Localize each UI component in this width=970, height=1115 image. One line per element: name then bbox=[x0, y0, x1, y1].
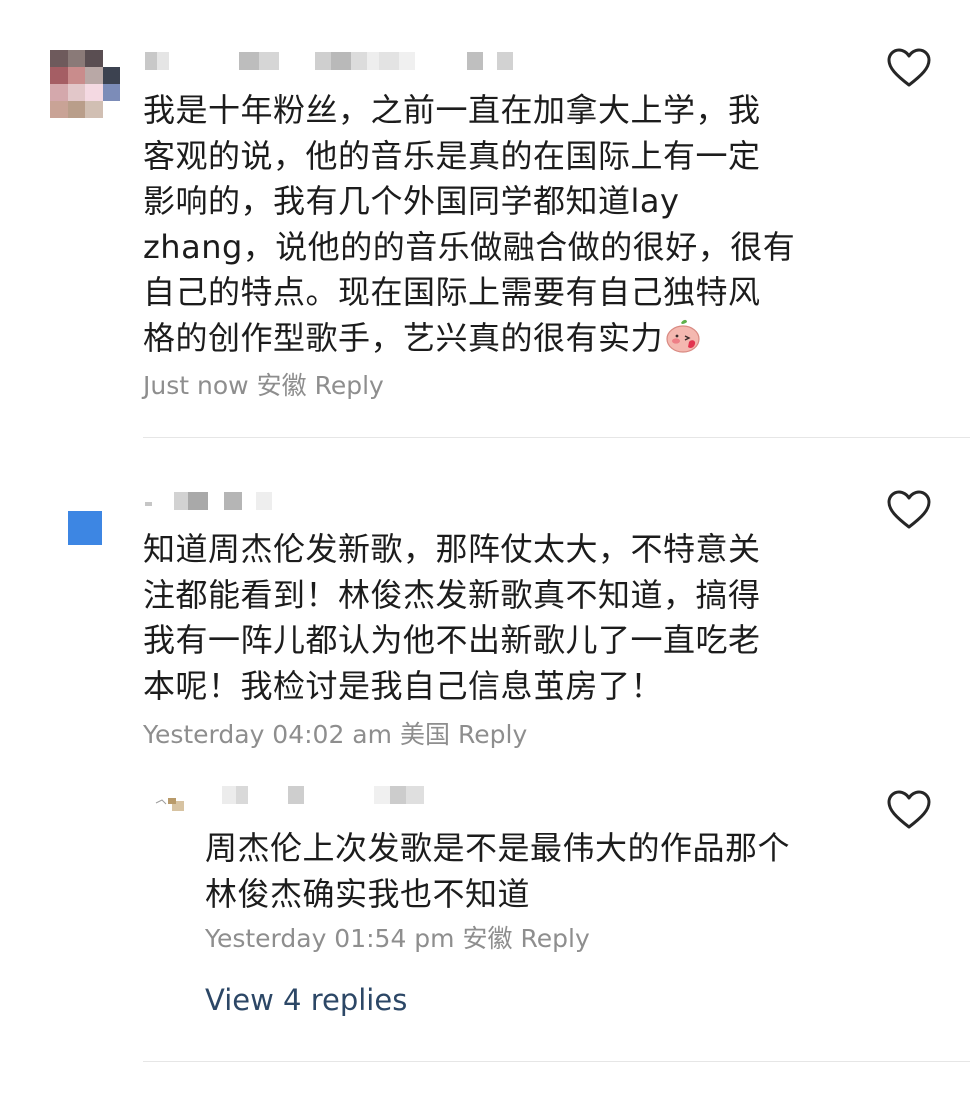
username[interactable] bbox=[145, 50, 513, 72]
avatar[interactable] bbox=[50, 50, 120, 118]
avatar[interactable] bbox=[148, 785, 188, 825]
divider bbox=[143, 1061, 970, 1062]
avatar[interactable] bbox=[68, 511, 102, 545]
reply-button[interactable]: Reply bbox=[521, 924, 590, 953]
timestamp: Yesterday 01:54 pm bbox=[205, 924, 455, 953]
heart-outline-icon[interactable] bbox=[887, 48, 931, 88]
view-replies-button[interactable]: View 4 replies bbox=[205, 983, 407, 1017]
username[interactable] bbox=[208, 784, 424, 806]
reply-meta: Yesterday 01:54 pm 安徽 Reply bbox=[205, 919, 598, 955]
blushing-face-emoji bbox=[666, 319, 700, 353]
reply-text: 周杰伦上次发歌是不是最伟大的作品那个 林俊杰确实我也不知道 bbox=[205, 829, 791, 913]
avatar-image bbox=[149, 786, 187, 824]
timestamp: Just now bbox=[143, 371, 249, 400]
comment-meta: Just now 安徽 Reply bbox=[143, 366, 392, 402]
username[interactable] bbox=[145, 490, 272, 512]
heart-outline-icon[interactable] bbox=[887, 790, 931, 830]
comment-meta: Yesterday 04:02 am 美国 Reply bbox=[143, 715, 535, 751]
comment-text: 知道周杰伦发新歌，那阵仗太大，不特意关 注都能看到！林俊杰发新歌真不知道，搞得 … bbox=[143, 530, 761, 705]
location: 安徽 bbox=[462, 924, 513, 953]
comment-text: 我是十年粉丝，之前一直在加拿大上学，我 客观的说，他的音乐是真的在国际上有一定 … bbox=[143, 88, 843, 361]
heart-outline-icon[interactable] bbox=[887, 490, 931, 530]
location: 美国 bbox=[399, 720, 450, 749]
reply-button[interactable]: Reply bbox=[458, 720, 527, 749]
timestamp: Yesterday 04:02 am bbox=[143, 720, 392, 749]
divider bbox=[143, 437, 970, 438]
location: 安徽 bbox=[256, 371, 307, 400]
comment-text-content: 我是十年粉丝，之前一直在加拿大上学，我 客观的说，他的音乐是真的在国际上有一定 … bbox=[143, 91, 796, 357]
reply-button[interactable]: Reply bbox=[315, 371, 384, 400]
